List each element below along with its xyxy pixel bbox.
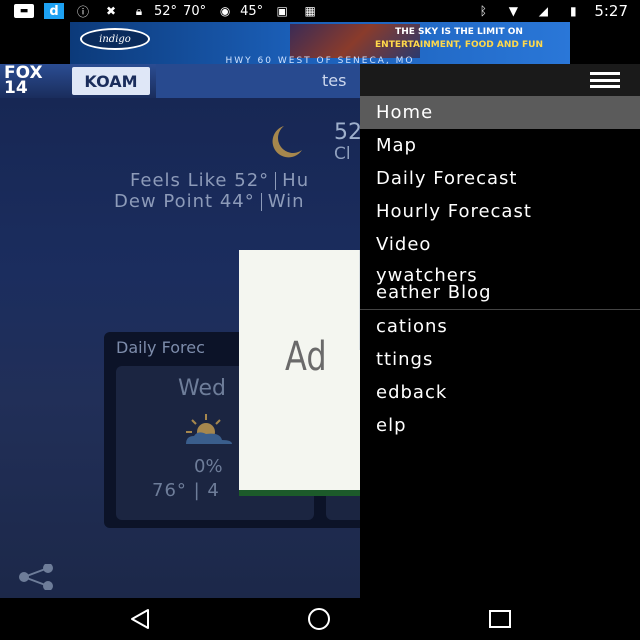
dew-point-row: Dew Point 44° Win (114, 191, 305, 212)
drawer-header (360, 64, 640, 96)
feels-like-row: Feels Like 52° Hu (130, 170, 309, 191)
fox-app-icon: ✖ (105, 4, 117, 18)
forecast-day-name: Wed (178, 376, 226, 401)
ad-logo: indigo (80, 28, 150, 50)
status-temp-1: 52° (154, 3, 178, 19)
ad-line-2: ENTERTAINMENT, FOOD AND FUN (375, 40, 543, 50)
status-temp-3: 45° (240, 3, 264, 19)
status-temp-2: 70° (183, 3, 207, 19)
battery-icon: ▮ (570, 4, 577, 18)
status-time: 5:27 (594, 2, 628, 20)
forecast-precip: 0% (194, 456, 223, 477)
humidity-label: Hu (282, 170, 310, 191)
dew-point-label: Dew Point (114, 191, 214, 212)
back-icon[interactable] (128, 607, 154, 631)
lock-icon: 🔒︎ (135, 3, 143, 18)
share-icon[interactable] (16, 564, 58, 590)
home-icon[interactable] (306, 607, 332, 631)
ad-bottom-line (239, 490, 369, 496)
feels-like-value: 52° (234, 170, 270, 191)
menu-item-map[interactable]: Map (360, 129, 640, 162)
daily-forecast-title: Daily Forec (116, 338, 205, 357)
ad-line-1: THE SKY IS THE LIMIT ON (395, 27, 523, 37)
current-condition: Cl (334, 144, 351, 164)
menu-item-video[interactable]: Video (360, 228, 640, 261)
menu-item-hourly-forecast[interactable]: Hourly Forecast (360, 195, 640, 228)
image-icon: ▣ (276, 4, 288, 18)
android-icon: ◉ (219, 4, 231, 18)
android-nav-bar (0, 598, 640, 640)
ad-overlay-text: Ad (285, 334, 327, 380)
menu-item-daily-forecast[interactable]: Daily Forecast (360, 162, 640, 195)
dew-point-value: 44° (219, 191, 255, 212)
wifi-icon: ▼ (508, 4, 518, 18)
header-title: tes (322, 71, 347, 90)
current-temp: 52 (334, 120, 360, 145)
menu-item-skywatchers-line2: eather Blog (376, 282, 492, 303)
signal-icon: ◢ (538, 4, 548, 18)
wind-label: Win (267, 191, 305, 212)
menu-item-locations[interactable]: cations (360, 310, 640, 343)
recents-icon[interactable] (487, 607, 513, 631)
menu-icon[interactable] (590, 72, 620, 88)
bluetooth-icon: ᛒ (479, 4, 487, 18)
menu-item-settings[interactable]: ttings (360, 343, 640, 376)
feels-like-label: Feels Like (130, 170, 228, 191)
brand-fox: FOX 14 (4, 63, 43, 98)
partly-sunny-icon (186, 414, 232, 444)
briefcase-icon: ▦ (304, 4, 316, 18)
drawer-menu: Home Map Daily Forecast Hourly Forecast … (360, 96, 640, 442)
menu-item-skywatchers[interactable]: ywatchers eather Blog (360, 261, 640, 306)
navigation-drawer: Home Map Daily Forecast Hourly Forecast … (360, 64, 640, 598)
d-app-icon: d (44, 3, 64, 19)
status-bar: ▬ d ⓘ ✖ 🔒︎ 52° 70° ◉ 45° ▣ ▦ ᛒ ▼ ◢ ▮ 5:2… (0, 0, 640, 22)
menu-item-feedback[interactable]: edback (360, 376, 640, 409)
brand-cbs: KOAM (72, 67, 150, 95)
moon-icon (272, 126, 302, 158)
brand-logo[interactable]: FOX 14 KOAM (0, 64, 156, 98)
forecast-hilo: 76° | 4 (152, 480, 220, 501)
message-icon: ▬ (14, 4, 34, 18)
menu-item-home[interactable]: Home (360, 96, 640, 129)
menu-item-help[interactable]: elp (360, 409, 640, 442)
app-header: FOX 14 KOAM tes (0, 64, 360, 98)
info-icon: ⓘ (76, 4, 89, 19)
